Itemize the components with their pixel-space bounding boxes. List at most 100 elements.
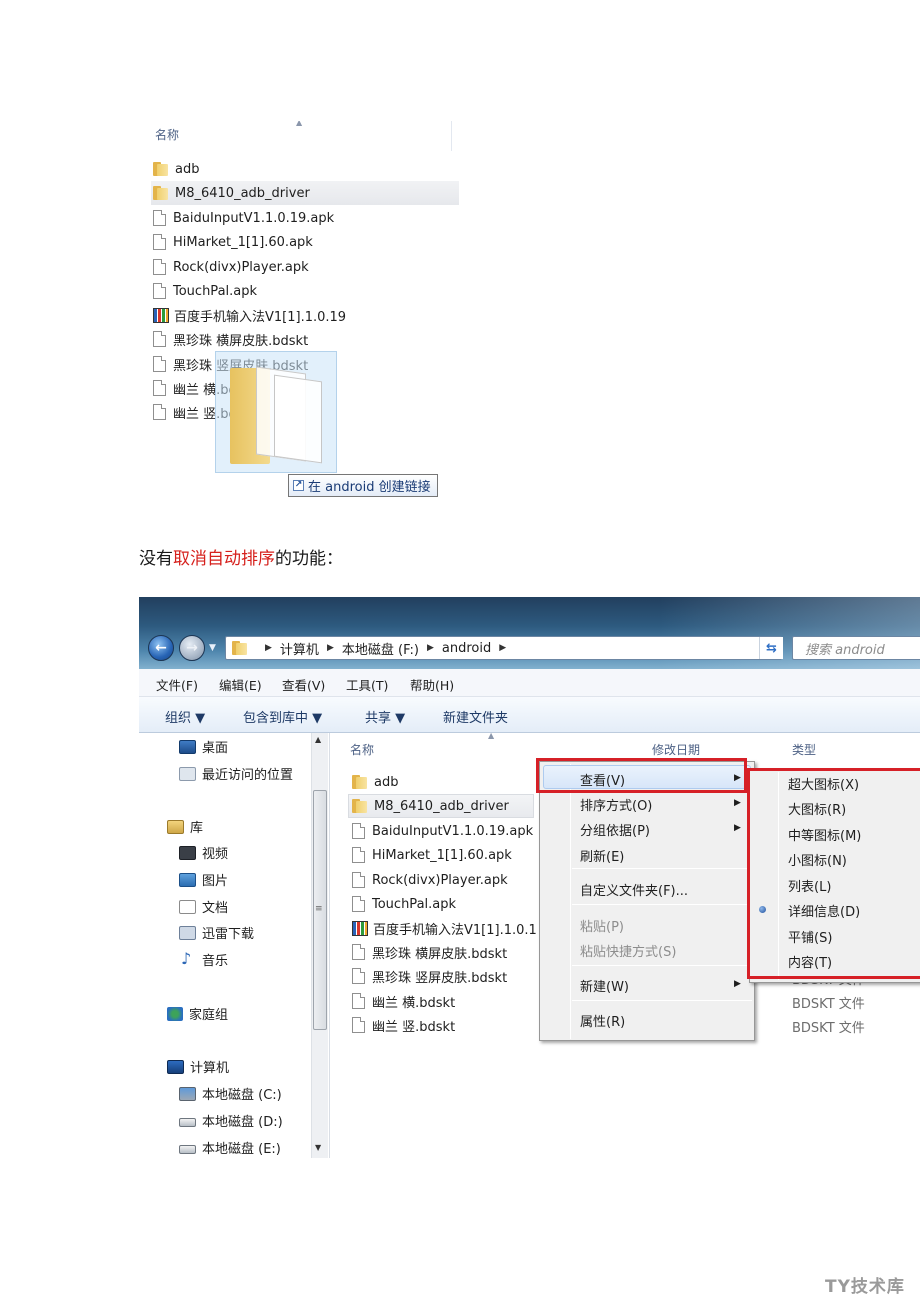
- nav-item-drive-d[interactable]: 本地磁盘 (D:): [179, 1111, 283, 1130]
- organize-button[interactable]: 组织 ▼: [165, 707, 205, 726]
- include-in-library-button[interactable]: 包含到库中 ▼: [243, 707, 322, 726]
- folder-icon: [153, 186, 170, 200]
- breadcrumb-arrow-icon[interactable]: ▶: [265, 643, 272, 653]
- file-row[interactable]: BaiduInputV1.1.0.19.apk: [352, 819, 533, 843]
- menu-view[interactable]: 查看(V): [282, 675, 325, 694]
- nav-item-videos[interactable]: 视频: [179, 843, 228, 862]
- caption-text: 没有取消自动排序的功能：: [139, 549, 343, 569]
- file-icon: [153, 234, 166, 250]
- recent-pages-dropdown-icon[interactable]: ▼: [209, 643, 216, 653]
- breadcrumb-computer[interactable]: 计算机: [280, 639, 319, 658]
- refresh-icon: ⇆: [766, 640, 777, 656]
- app-icon: [153, 307, 169, 323]
- breadcrumb-arrow-icon[interactable]: ▶: [327, 643, 334, 653]
- file-row[interactable]: 百度手机输入法V1[1].1.0.1: [352, 916, 537, 940]
- music-icon: [179, 949, 196, 968]
- file-icon: [153, 331, 166, 347]
- nav-item-music[interactable]: 音乐: [179, 949, 228, 970]
- breadcrumb-drive-f[interactable]: 本地磁盘 (F:): [342, 639, 419, 658]
- column-divider: [451, 121, 452, 151]
- type-column-header[interactable]: 类型: [792, 741, 816, 758]
- scroll-down-arrow-icon[interactable]: ▼: [315, 1143, 321, 1152]
- menu-item-customize-folder[interactable]: 自定义文件夹(F)...: [580, 880, 688, 899]
- menu-help[interactable]: 帮助(H): [410, 675, 454, 694]
- menu-item-sort-by[interactable]: 排序方式(O): [580, 795, 652, 814]
- system-drive-icon: [179, 1086, 196, 1101]
- list-item[interactable]: Rock(divx)Player.apk: [153, 255, 309, 279]
- menu-item-refresh[interactable]: 刷新(E): [580, 846, 624, 865]
- nav-item-drive-e[interactable]: 本地磁盘 (E:): [179, 1138, 281, 1157]
- file-icon: [352, 872, 365, 888]
- file-type-cell: BDSKT 文件: [792, 1021, 865, 1036]
- sort-caret-icon: ▲: [488, 731, 495, 740]
- name-column-header[interactable]: 名称: [155, 126, 179, 143]
- new-folder-button[interactable]: 新建文件夹: [443, 707, 508, 726]
- forward-arrow-icon: →: [186, 640, 198, 656]
- download-folder-icon: [179, 925, 196, 940]
- file-row[interactable]: 黑珍珠 横屏皮肤.bdskt: [352, 940, 507, 964]
- breadcrumb-arrow-icon[interactable]: ▶: [427, 643, 434, 653]
- list-item[interactable]: adb: [153, 157, 199, 181]
- file-row[interactable]: 黑珍珠 竖屏皮肤.bdskt: [352, 964, 507, 988]
- search-input[interactable]: 搜索 android: [792, 636, 920, 660]
- folder-icon: [232, 641, 249, 655]
- address-bar[interactable]: ▶ 计算机 ▶ 本地磁盘 (F:) ▶ android ▶ ▼: [225, 636, 782, 660]
- nav-item-drive-c[interactable]: 本地磁盘 (C:): [179, 1084, 282, 1103]
- menu-item-group-by[interactable]: 分组依据(P): [580, 820, 650, 839]
- file-row-selected[interactable]: M8_6410_adb_driver: [348, 794, 534, 818]
- breadcrumb-android[interactable]: android: [442, 641, 491, 656]
- menu-item-new[interactable]: 新建(W): [580, 976, 629, 995]
- pictures-icon: [179, 872, 196, 887]
- menu-item-paste[interactable]: 粘贴(P): [580, 916, 624, 935]
- desktop-icon: [179, 739, 196, 754]
- homegroup-icon: [167, 1006, 183, 1021]
- file-row[interactable]: TouchPal.apk: [352, 892, 456, 916]
- nav-item-desktop[interactable]: 桌面: [179, 737, 228, 756]
- nav-item-libraries[interactable]: 库: [167, 817, 203, 836]
- navigation-scrollbar[interactable]: ▲ ≡ ▼: [311, 733, 328, 1158]
- forward-button[interactable]: →: [179, 635, 205, 661]
- list-item[interactable]: BaiduInputV1.1.0.19.apk: [153, 206, 334, 230]
- drive-icon: [179, 1118, 196, 1127]
- back-button[interactable]: ←: [148, 635, 174, 661]
- shortcut-arrow-icon: ↗: [293, 480, 304, 491]
- file-row[interactable]: 幽兰 竖.bdskt: [352, 1013, 455, 1037]
- file-row[interactable]: 幽兰 横.bdskt: [352, 989, 455, 1013]
- menu-file[interactable]: 文件(F): [156, 675, 198, 694]
- file-icon: [352, 823, 365, 839]
- file-icon: [153, 283, 166, 299]
- nav-item-pictures[interactable]: 图片: [179, 870, 228, 889]
- menu-item-properties[interactable]: 属性(R): [580, 1011, 625, 1030]
- nav-item-homegroup[interactable]: 家庭组: [167, 1004, 228, 1023]
- file-icon: [352, 847, 365, 863]
- menu-item-paste-shortcut[interactable]: 粘贴快捷方式(S): [580, 941, 676, 960]
- name-column-header[interactable]: 名称: [350, 741, 374, 758]
- share-button[interactable]: 共享 ▼: [365, 707, 405, 726]
- list-item[interactable]: TouchPal.apk: [153, 279, 257, 303]
- modified-column-header[interactable]: 修改日期: [652, 741, 700, 758]
- breadcrumb-arrow-icon[interactable]: ▶: [499, 643, 506, 653]
- file-row[interactable]: HiMarket_1[1].60.apk: [352, 843, 512, 867]
- explorer-window: ← → ▼ ▶ 计算机 ▶ 本地磁盘 (F:) ▶ android ▶ ▼ ⇆ …: [139, 597, 920, 1158]
- refresh-button[interactable]: ⇆: [759, 637, 783, 659]
- nav-item-recent-places[interactable]: 最近访问的位置: [179, 764, 293, 783]
- menu-tools[interactable]: 工具(T): [346, 675, 388, 694]
- nav-item-thunder-downloads[interactable]: 迅雷下载: [179, 923, 254, 942]
- file-type-cell: BDSKT 文件: [792, 997, 865, 1012]
- nav-item-documents[interactable]: 文档: [179, 897, 228, 916]
- folder-icon: [352, 799, 369, 813]
- file-icon: [352, 968, 365, 984]
- menu-edit[interactable]: 编辑(E): [219, 675, 262, 694]
- menu-bar: 文件(F) 编辑(E) 查看(V) 工具(T) 帮助(H): [139, 669, 920, 697]
- file-row[interactable]: Rock(divx)Player.apk: [352, 868, 508, 892]
- list-item[interactable]: 黑珍珠 横屏皮肤.bdskt: [153, 327, 308, 351]
- list-item[interactable]: 百度手机输入法V1[1].1.0.19: [153, 303, 346, 327]
- list-item[interactable]: HiMarket_1[1].60.apk: [153, 230, 313, 254]
- file-row[interactable]: adb: [352, 770, 398, 794]
- scroll-up-arrow-icon[interactable]: ▲: [315, 735, 321, 744]
- nav-item-computer[interactable]: 计算机: [167, 1057, 229, 1076]
- documents-icon: [179, 899, 196, 914]
- list-item-selected[interactable]: M8_6410_adb_driver: [151, 181, 459, 205]
- file-icon: [352, 1017, 365, 1033]
- app-icon: [352, 920, 368, 936]
